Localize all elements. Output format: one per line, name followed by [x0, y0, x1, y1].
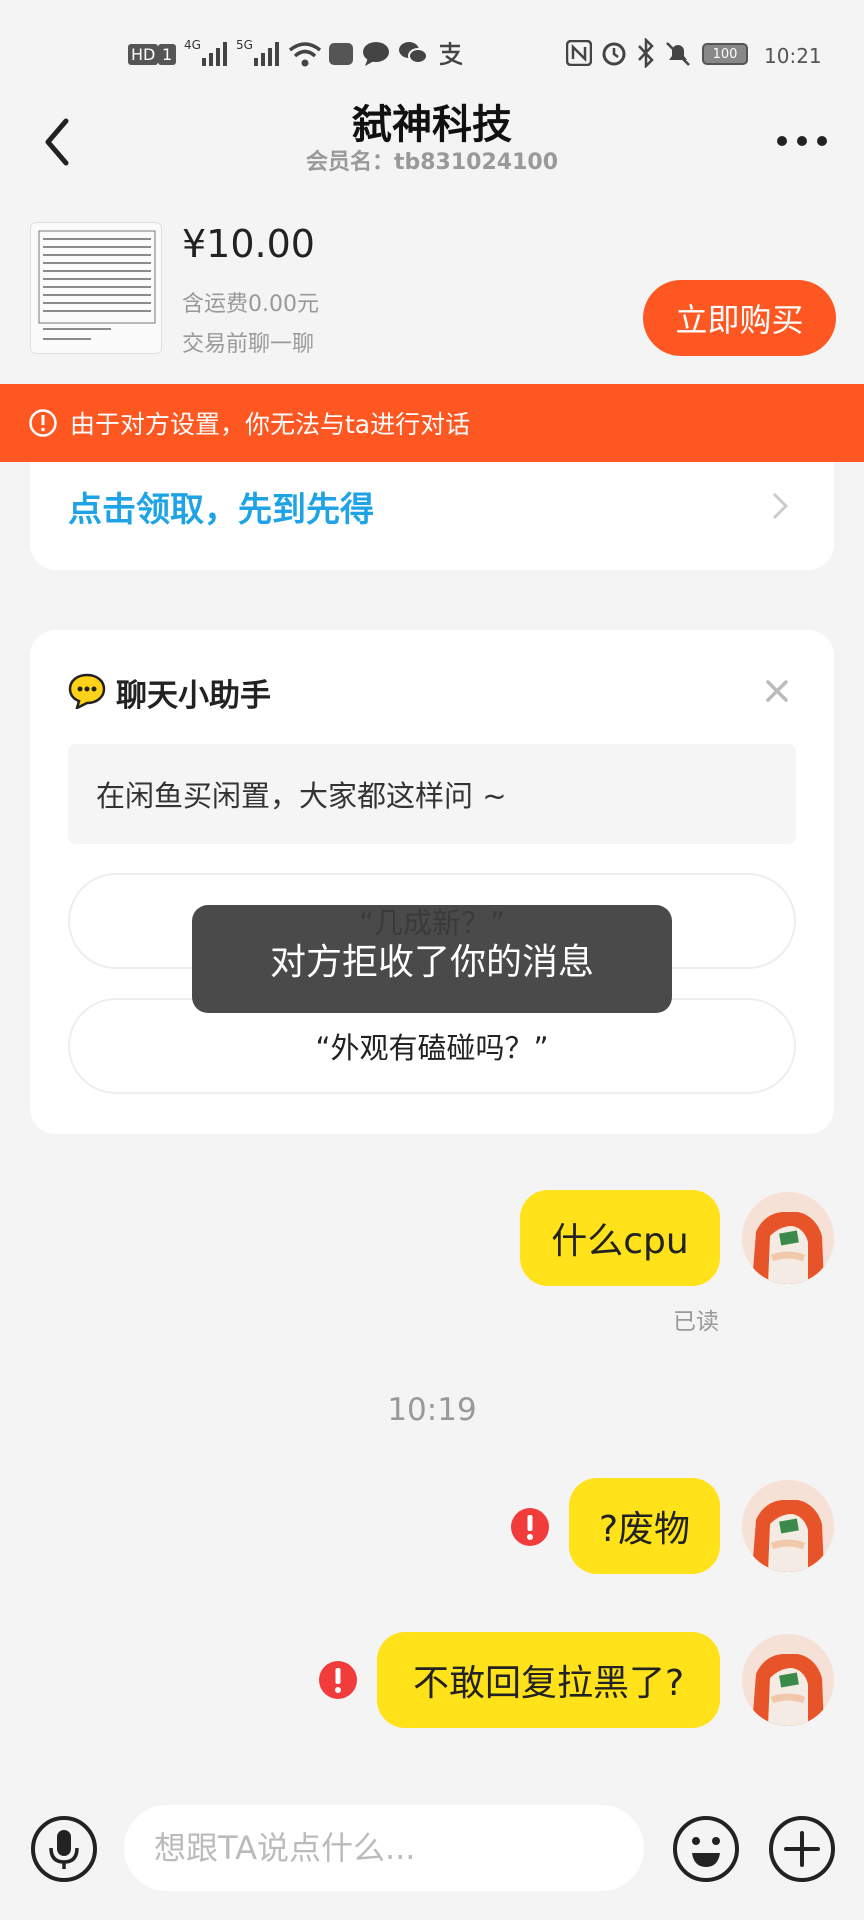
- warning-text: 由于对方设置，你无法与ta进行对话: [70, 410, 471, 439]
- signal-icon: [202, 42, 227, 66]
- avatar[interactable]: [742, 1480, 834, 1572]
- buy-now-button[interactable]: 立即购买: [643, 280, 836, 356]
- nfc-icon: [566, 40, 592, 66]
- avatar-image: [742, 1480, 834, 1572]
- plus-icon[interactable]: [768, 1815, 836, 1883]
- emoji-icon[interactable]: [672, 1815, 740, 1883]
- product-image: [31, 223, 161, 353]
- message-bubble[interactable]: 什么cpu: [520, 1190, 720, 1286]
- member-name: 会员名：tb831024100: [305, 150, 559, 175]
- signal-icon: [254, 42, 279, 66]
- battery-icon: 100: [702, 43, 748, 65]
- more-icon[interactable]: [775, 134, 829, 148]
- status-bar: HD 1 4G 5G 100 10:21: [0, 0, 864, 100]
- status-time: 10:21: [764, 44, 822, 68]
- send-failed-icon[interactable]: [510, 1507, 550, 1547]
- chat-bubble-icon: [68, 673, 106, 709]
- assistant-title: 聊天小助手: [116, 678, 271, 714]
- message-bubble[interactable]: ?废物: [569, 1478, 720, 1574]
- message-input[interactable]: [124, 1805, 644, 1891]
- avatar[interactable]: [742, 1192, 834, 1284]
- shipping-info: 含运费0.00元: [182, 292, 319, 317]
- product-price: ¥10.00: [182, 222, 315, 266]
- hd-badge: HD: [128, 44, 159, 65]
- read-receipt: 已读: [673, 1309, 719, 1335]
- network-5g-label: 5G: [236, 38, 253, 52]
- microphone-icon[interactable]: [30, 1815, 98, 1883]
- message-bubble[interactable]: 不敢回复拉黑了?: [377, 1632, 720, 1728]
- bluetooth-icon: [638, 38, 654, 68]
- rejected-toast: 对方拒收了你的消息: [192, 905, 672, 1013]
- chevron-right-icon: [772, 492, 789, 520]
- close-icon[interactable]: [764, 678, 790, 704]
- wechat-icon: [399, 42, 428, 64]
- avatar-image: [742, 1634, 834, 1726]
- mute-bell-icon: [666, 42, 690, 66]
- assistant-hint: 在闲鱼买闲置，大家都这样问 ~: [68, 744, 796, 844]
- alipay-icon: [439, 42, 463, 66]
- product-thumbnail[interactable]: [30, 222, 162, 354]
- coupon-claim-link[interactable]: 点击领取，先到先得: [68, 482, 374, 531]
- avatar-image: [742, 1192, 834, 1284]
- blocked-warning-banner: 由于对方设置，你无法与ta进行对话: [0, 384, 864, 462]
- alarm-icon: [602, 42, 626, 66]
- network-4g-label: 4G: [184, 38, 201, 52]
- send-failed-icon[interactable]: [318, 1660, 358, 1700]
- avatar[interactable]: [742, 1634, 834, 1726]
- huawei-app-icon: [329, 43, 353, 65]
- message-timestamp: 10:19: [387, 1392, 477, 1428]
- alert-circle-icon: [29, 409, 57, 437]
- sim-badge: 1: [158, 44, 177, 65]
- message-icon: [363, 42, 389, 66]
- chat-before-trade: 交易前聊一聊: [182, 332, 315, 357]
- wifi-icon: [288, 42, 322, 67]
- page-title: 弑神科技: [352, 102, 512, 148]
